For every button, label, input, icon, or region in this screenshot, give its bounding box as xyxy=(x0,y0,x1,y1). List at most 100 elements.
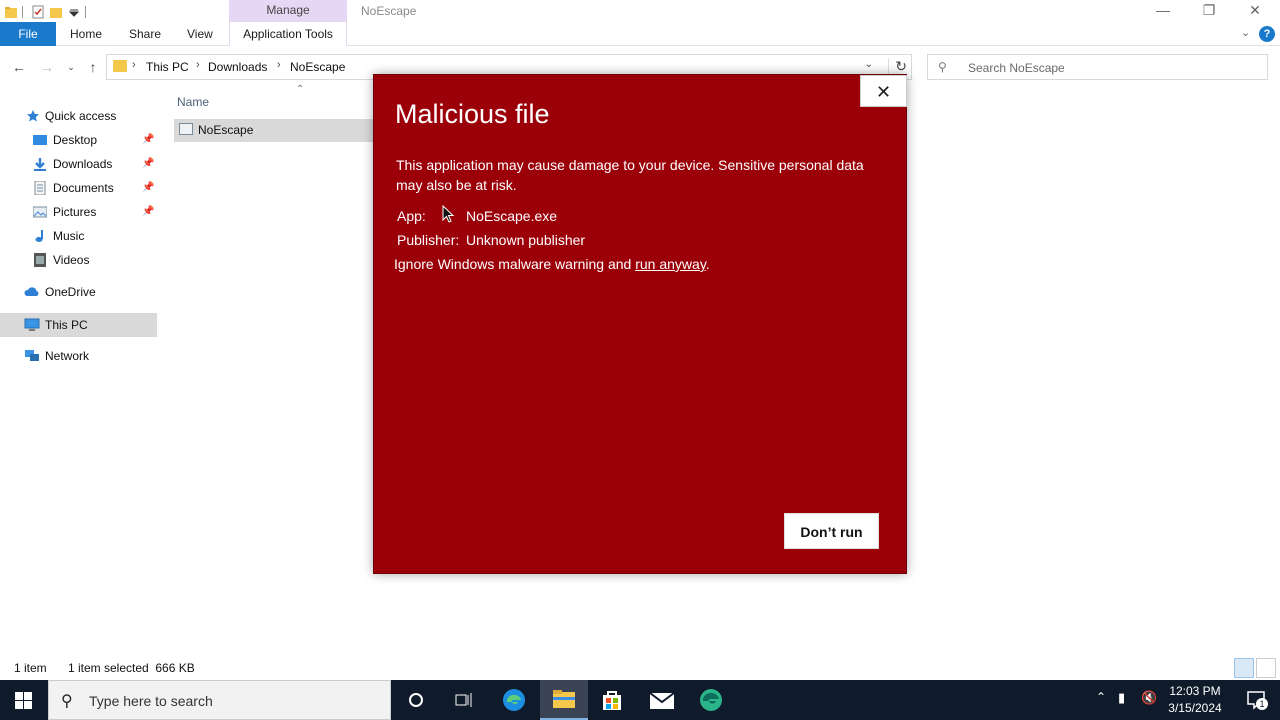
chevron-right-icon: › xyxy=(132,59,136,71)
task-view-icon xyxy=(455,693,472,707)
forward-button[interactable]: → xyxy=(38,58,56,76)
sidebar-item-this-pc[interactable]: This PC xyxy=(24,314,156,336)
action-center-button[interactable]: 1 xyxy=(1232,680,1280,720)
sidebar-item-music[interactable]: Music xyxy=(33,225,157,247)
publisher-label: Publisher: xyxy=(397,232,460,248)
restore-button[interactable]: ❐ xyxy=(1186,0,1232,22)
tab-application-tools[interactable]: Application Tools xyxy=(229,22,347,46)
address-dropdown-icon[interactable]: ⌄ xyxy=(865,59,873,70)
back-arrow-icon: ← xyxy=(12,59,26,75)
publisher-value: Unknown publisher xyxy=(466,232,586,248)
cortana-icon xyxy=(409,693,423,707)
edge-icon xyxy=(503,689,525,711)
pin-icon[interactable]: 📌 xyxy=(142,201,154,223)
pin-icon[interactable]: 📌 xyxy=(142,129,154,151)
malicious-file-dialog: ✕ Malicious file This application may ca… xyxy=(373,74,907,574)
dialog-close-button[interactable]: ✕ xyxy=(860,75,907,107)
search-box[interactable]: ⚲ Search NoEscape xyxy=(927,54,1268,80)
tab-share[interactable]: Share xyxy=(129,22,161,46)
new-folder-icon[interactable] xyxy=(49,5,63,19)
breadcrumb-this-pc[interactable]: This PC xyxy=(146,60,189,74)
breadcrumb-downloads[interactable]: Downloads xyxy=(208,60,267,74)
breadcrumb-noescape[interactable]: NoEscape xyxy=(290,60,345,74)
sort-ascending-icon: ⌃ xyxy=(296,84,305,95)
sidebar-item-label: Quick access xyxy=(45,109,117,123)
navigation-pane: Quick access Desktop 📌 Downloads 📌 Docum… xyxy=(0,96,157,656)
cortana-button[interactable] xyxy=(392,680,440,720)
up-button[interactable]: ↑ xyxy=(84,58,102,76)
column-header-name[interactable]: Name xyxy=(177,95,209,109)
back-button[interactable]: ← xyxy=(10,58,28,76)
quick-access-toolbar xyxy=(0,2,90,22)
status-item-count: 1 item xyxy=(14,661,47,675)
file-explorer-icon xyxy=(553,690,575,708)
cloud-icon xyxy=(24,287,39,296)
show-hidden-icons-chevron-icon[interactable]: ⌃ xyxy=(1096,690,1106,704)
close-icon: ✕ xyxy=(1249,2,1261,18)
taskbar-search-box[interactable]: ⚲ Type here to search xyxy=(48,680,391,720)
videos-icon xyxy=(34,253,46,267)
folder-icon[interactable] xyxy=(4,5,18,19)
qat-dropdown-icon[interactable] xyxy=(67,5,81,19)
sidebar-item-quick-access[interactable]: Quick access xyxy=(26,105,156,127)
ribbon-tabs: File Home Share View Application Tools ⌄ xyxy=(0,22,1280,46)
tab-view[interactable]: View xyxy=(187,22,213,46)
ignore-warning-suffix: . xyxy=(705,256,710,272)
network-status-icon[interactable]: ▮ xyxy=(1118,690,1125,706)
help-icon[interactable]: ? xyxy=(1259,26,1275,42)
network-icon xyxy=(25,350,39,361)
properties-icon[interactable] xyxy=(31,5,45,19)
pin-icon[interactable]: 📌 xyxy=(142,153,154,175)
qat-separator xyxy=(85,6,86,18)
sidebar-item-desktop[interactable]: Desktop 📌 xyxy=(33,129,157,151)
sidebar-item-onedrive[interactable]: OneDrive xyxy=(24,281,156,303)
application-icon xyxy=(179,123,193,135)
recent-locations-button[interactable]: ⌄ xyxy=(62,58,80,76)
refresh-icon[interactable]: ↻ xyxy=(888,58,907,75)
volume-muted-icon[interactable]: 🔇 xyxy=(1141,690,1157,706)
sidebar-item-downloads[interactable]: Downloads 📌 xyxy=(33,153,157,175)
close-window-button[interactable]: ✕ xyxy=(1232,0,1278,22)
search-icon: ⚲ xyxy=(938,60,947,74)
qat-separator xyxy=(22,6,23,18)
minimize-icon: — xyxy=(1156,2,1170,18)
status-selection: 1 item selected 666 KB xyxy=(68,661,195,675)
computer-icon xyxy=(24,318,40,331)
sidebar-item-pictures[interactable]: Pictures 📌 xyxy=(33,201,157,223)
mail-icon xyxy=(649,692,675,709)
ribbon-expand-chevron-icon[interactable]: ⌄ xyxy=(1241,26,1250,39)
large-icons-view-button[interactable] xyxy=(1256,658,1276,678)
windows-logo-icon xyxy=(15,692,32,709)
tab-home[interactable]: Home xyxy=(70,22,102,46)
sidebar-item-label: Videos xyxy=(53,253,90,267)
tab-file[interactable]: File xyxy=(0,22,56,46)
close-icon: ✕ xyxy=(875,82,892,102)
minimize-button[interactable]: — xyxy=(1140,0,1186,22)
ignore-warning-text: Ignore Windows malware warning and run a… xyxy=(394,256,710,272)
sidebar-item-videos[interactable]: Videos xyxy=(33,249,157,271)
details-view-button[interactable] xyxy=(1234,658,1254,678)
table-row[interactable]: NoEscape xyxy=(174,119,374,142)
taskbar-app-mail[interactable] xyxy=(638,680,686,720)
pin-icon[interactable]: 📌 xyxy=(142,177,154,199)
system-clock[interactable]: 12:03 PM 3/15/2024 xyxy=(1160,683,1230,717)
dont-run-button[interactable]: Don’t run xyxy=(784,513,879,549)
run-anyway-link[interactable]: run anyway xyxy=(635,256,706,272)
sidebar-item-network[interactable]: Network xyxy=(24,345,156,367)
downloads-icon xyxy=(34,158,46,171)
tab-manage[interactable]: Manage xyxy=(229,0,347,22)
app-value: NoEscape.exe xyxy=(466,208,558,224)
taskbar-app-store[interactable] xyxy=(588,680,636,720)
search-input[interactable]: Search NoEscape xyxy=(968,61,1065,75)
forward-arrow-icon: → xyxy=(40,59,54,75)
sidebar-item-documents[interactable]: Documents 📌 xyxy=(33,177,157,199)
taskbar-app-edge[interactable] xyxy=(490,680,538,720)
start-button[interactable] xyxy=(0,680,48,720)
taskbar-app-edge-canary[interactable] xyxy=(687,680,735,720)
sidebar-item-label: Desktop xyxy=(53,133,98,147)
task-view-button[interactable] xyxy=(440,680,488,720)
taskbar-search-input[interactable]: Type here to search xyxy=(89,693,213,709)
notification-count-badge: 1 xyxy=(1256,698,1268,710)
restore-icon: ❐ xyxy=(1202,2,1216,18)
taskbar-app-file-explorer[interactable] xyxy=(540,680,588,720)
